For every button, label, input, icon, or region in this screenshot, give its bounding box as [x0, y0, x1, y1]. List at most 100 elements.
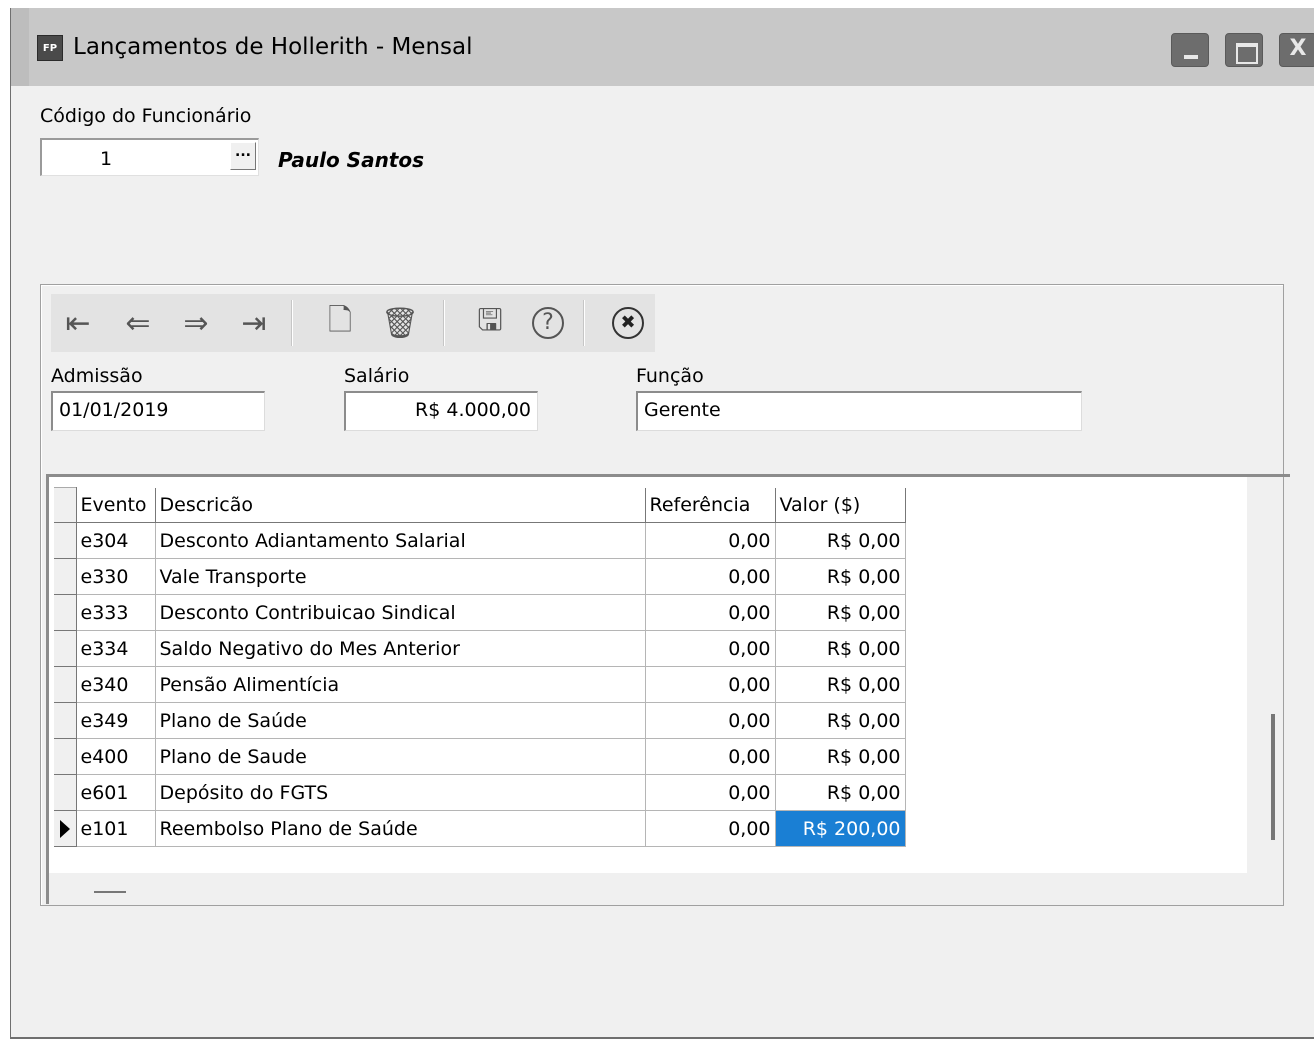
cell-descricao[interactable]: Depósito do FGTS	[155, 774, 646, 811]
cell-referencia[interactable]: 0,00	[645, 738, 776, 775]
close-button[interactable]: X	[1279, 33, 1314, 67]
table-row[interactable]: e333 Desconto Contribuicao Sindical 0,00…	[54, 594, 906, 631]
first-record-icon[interactable]: ⇤	[51, 294, 105, 352]
cell-valor[interactable]: R$ 0,00	[775, 774, 906, 811]
salario-label: Salário	[344, 365, 410, 387]
vertical-scrollbar[interactable]	[1271, 714, 1275, 840]
row-indicator[interactable]	[54, 774, 77, 811]
employee-name: Paulo Santos	[278, 148, 425, 172]
minimize-button[interactable]	[1171, 33, 1209, 67]
cell-valor[interactable]: R$ 0,00	[775, 702, 906, 739]
cell-referencia[interactable]: 0,00	[645, 630, 776, 667]
cell-descricao[interactable]: Saldo Negativo do Mes Anterior	[155, 630, 646, 667]
grid-border-top	[46, 474, 1290, 477]
next-record-icon[interactable]: ⇒	[169, 294, 223, 352]
cell-referencia[interactable]: 0,00	[645, 666, 776, 703]
title-bar[interactable]: FP Lançamentos de Hollerith - Mensal X	[11, 8, 1314, 86]
row-indicator[interactable]	[54, 522, 77, 559]
cancel-icon-glyph: ✖	[612, 307, 644, 339]
row-indicator[interactable]	[54, 738, 77, 775]
row-indicator-header	[54, 487, 77, 523]
table-row-current[interactable]: e101 Reembolso Plano de Saúde 0,00 R$ 20…	[54, 810, 906, 847]
cell-valor[interactable]: R$ 0,00	[775, 594, 906, 631]
grid-border-left	[46, 474, 49, 904]
close-icon: X	[1289, 36, 1307, 61]
cell-descricao[interactable]: Pensão Alimentícia	[155, 666, 646, 703]
cell-evento[interactable]: e334	[76, 630, 156, 667]
toolbar-separator	[443, 300, 445, 346]
cell-valor[interactable]: R$ 0,00	[775, 666, 906, 703]
cell-evento[interactable]: e333	[76, 594, 156, 631]
table-header-row: Evento Descricão Referência Valor ($)	[54, 487, 906, 523]
prev-record-icon[interactable]: ⇐	[111, 294, 165, 352]
delete-record-icon[interactable]: 🗑	[373, 294, 427, 352]
last-record-icon[interactable]: ⇥	[227, 294, 281, 352]
funcao-field[interactable]: Gerente	[636, 391, 1082, 431]
cell-descricao[interactable]: Desconto Adiantamento Salarial	[155, 522, 646, 559]
toolbar-separator	[291, 300, 293, 346]
row-indicator[interactable]	[54, 594, 77, 631]
row-indicator-current[interactable]	[54, 810, 77, 847]
cell-descricao[interactable]: Plano de Saúde	[155, 702, 646, 739]
cell-referencia[interactable]: 0,00	[645, 594, 776, 631]
salario-field[interactable]: R$ 4.000,00	[344, 391, 538, 431]
cell-valor[interactable]: R$ 0,00	[775, 522, 906, 559]
table-row[interactable]: e400 Plano de Saude 0,00 R$ 0,00	[54, 738, 906, 775]
cell-evento[interactable]: e340	[76, 666, 156, 703]
app-icon: FP	[37, 35, 63, 61]
cell-valor[interactable]: R$ 0,00	[775, 738, 906, 775]
row-indicator[interactable]	[54, 702, 77, 739]
table-row[interactable]: e601 Depósito do FGTS 0,00 R$ 0,00	[54, 774, 906, 811]
column-header-valor[interactable]: Valor ($)	[775, 487, 906, 523]
cell-evento[interactable]: e101	[76, 810, 156, 847]
column-header-referencia[interactable]: Referência	[645, 487, 776, 523]
cell-descricao[interactable]: Plano de Saude	[155, 738, 646, 775]
column-header-descricao[interactable]: Descricão	[155, 487, 646, 523]
employee-code-label: Código do Funcionário	[40, 105, 252, 127]
table-row[interactable]: e349 Plano de Saúde 0,00 R$ 0,00	[54, 702, 906, 739]
cell-referencia[interactable]: 0,00	[645, 810, 776, 847]
cell-descricao[interactable]: Reembolso Plano de Saúde	[155, 810, 646, 847]
row-indicator[interactable]	[54, 666, 77, 703]
help-icon-glyph: ?	[532, 307, 564, 339]
table-row[interactable]: e304 Desconto Adiantamento Salarial 0,00…	[54, 522, 906, 559]
app-window: FP Lançamentos de Hollerith - Mensal X C…	[10, 8, 1314, 1039]
current-row-arrow-icon	[59, 820, 70, 838]
cell-evento[interactable]: e349	[76, 702, 156, 739]
cell-descricao[interactable]: Vale Transporte	[155, 558, 646, 595]
cell-referencia[interactable]: 0,00	[645, 522, 776, 559]
events-table: Evento Descricão Referência Valor ($) e3…	[54, 487, 906, 847]
admissao-field[interactable]: 01/01/2019	[51, 391, 265, 431]
cell-referencia[interactable]: 0,00	[645, 558, 776, 595]
employee-lookup-button[interactable]: ...	[230, 142, 256, 170]
top-strip	[0, 0, 1314, 8]
cell-descricao[interactable]: Desconto Contribuicao Sindical	[155, 594, 646, 631]
save-icon[interactable]: 🖫	[463, 294, 517, 352]
cell-valor-selected[interactable]: R$ 200,00	[774, 810, 906, 847]
funcao-label: Função	[636, 365, 704, 387]
events-grid: Evento Descricão Referência Valor ($) e3…	[46, 474, 1290, 904]
employee-code-field[interactable]: 1 ...	[40, 138, 259, 176]
maximize-button[interactable]	[1225, 33, 1263, 67]
table-row[interactable]: e340 Pensão Alimentícia 0,00 R$ 0,00	[54, 666, 906, 703]
table-row[interactable]: e330 Vale Transporte 0,00 R$ 0,00	[54, 558, 906, 595]
cell-evento[interactable]: e304	[76, 522, 156, 559]
cell-evento[interactable]: e400	[76, 738, 156, 775]
window-title: Lançamentos de Hollerith - Mensal	[73, 34, 473, 60]
admissao-label: Admissão	[51, 365, 143, 387]
help-icon[interactable]: ?	[521, 294, 575, 352]
cell-referencia[interactable]: 0,00	[645, 774, 776, 811]
row-indicator[interactable]	[54, 630, 77, 667]
cell-referencia[interactable]: 0,00	[645, 702, 776, 739]
navigator-toolbar: ⇤ ⇐ ⇒ ⇥ 🗋 🗑 🖫 ? ✖	[51, 294, 655, 352]
employee-code-value: 1	[100, 148, 113, 170]
row-indicator[interactable]	[54, 558, 77, 595]
table-row[interactable]: e334 Saldo Negativo do Mes Anterior 0,00…	[54, 630, 906, 667]
cell-valor[interactable]: R$ 0,00	[775, 558, 906, 595]
cancel-icon[interactable]: ✖	[601, 294, 655, 352]
cell-evento[interactable]: e601	[76, 774, 156, 811]
column-header-evento[interactable]: Evento	[76, 487, 156, 523]
cell-evento[interactable]: e330	[76, 558, 156, 595]
new-record-icon[interactable]: 🗋	[313, 294, 367, 352]
cell-valor[interactable]: R$ 0,00	[775, 630, 906, 667]
